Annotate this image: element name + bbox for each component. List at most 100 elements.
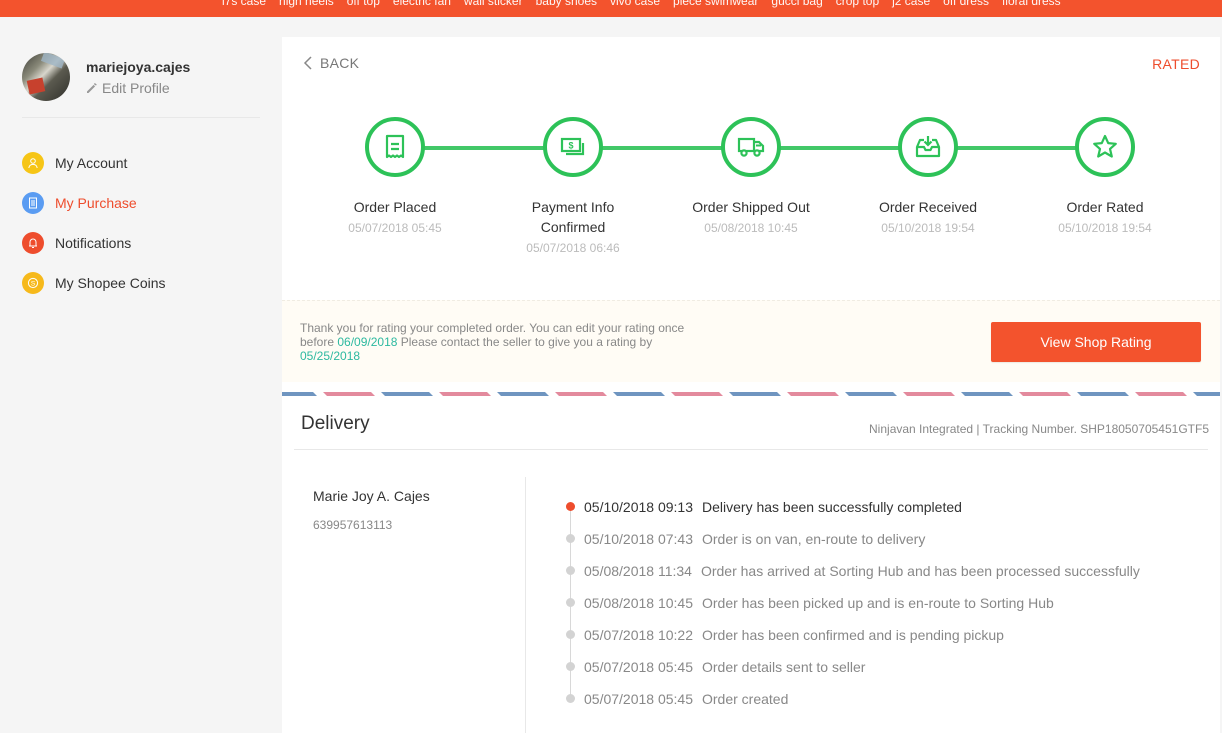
timeline-dot — [566, 502, 575, 511]
seller-rating-deadline: 05/25/2018 — [300, 349, 361, 363]
star-icon — [1093, 134, 1117, 158]
event-text: Order has arrived at Sorting Hub and has… — [700, 563, 1140, 579]
sidebar-item-my-account[interactable]: My Account — [22, 143, 166, 183]
event-text: Order is on van, en-route to delivery — [702, 531, 926, 547]
step-order-placed: Order Placed 05/07/2018 05:45 — [315, 117, 475, 238]
timeline-event: 05/10/2018 09:13 Delivery has been succes… — [564, 491, 1140, 523]
timeline-event: 05/07/2018 10:22 Order has been confirmed… — [564, 619, 1140, 651]
timeline-dot — [566, 534, 575, 543]
timeline-event: 05/07/2018 05:45 Order details sent to se… — [564, 651, 1140, 683]
sidebar-item-my-purchase[interactable]: My Purchase — [22, 183, 166, 223]
rating-notice: Thank you for rating your completed orde… — [282, 300, 1220, 382]
bell-icon — [22, 232, 44, 254]
suggestion-link[interactable]: off top — [347, 0, 380, 8]
edit-profile-link[interactable]: Edit Profile — [86, 78, 190, 98]
suggestion-link[interactable]: baby shoes — [536, 0, 597, 8]
timeline-event: 05/08/2018 11:34 Order has arrived at Sor… — [564, 555, 1140, 587]
envelope-stripe-segment — [845, 392, 897, 396]
step-time: 05/10/2018 19:54 — [881, 221, 975, 235]
suggestion-link[interactable]: wall sticker — [464, 0, 523, 8]
step-payment-info-confirmed: $ Payment Info Confirmed 05/07/2018 06:4… — [493, 117, 653, 258]
sidebar-nav: My Account My Purchase Notifications S M… — [22, 143, 166, 303]
username: mariejoya.cajes — [86, 58, 191, 75]
event-text: Order created — [702, 691, 789, 707]
step-time: 05/07/2018 06:46 — [526, 241, 620, 255]
timeline-event: 05/08/2018 10:45 Order has been picked up… — [564, 587, 1140, 619]
delivery-timeline: 05/10/2018 09:13 Delivery has been succes… — [564, 491, 1140, 715]
back-button[interactable]: BACK — [302, 55, 359, 71]
event-time: 05/08/2018 11:34 — [584, 563, 692, 579]
top-search-suggestions-bar: i7s case high heels off top electric fan… — [0, 0, 1222, 17]
envelope-stripe-segment — [497, 392, 549, 396]
event-time: 05/10/2018 07:43 — [584, 531, 693, 547]
event-text: Order has been picked up and is en-route… — [702, 595, 1054, 611]
suggestion-link[interactable]: high heels — [279, 0, 334, 8]
step-circle: $ — [543, 117, 603, 177]
event-time: 05/07/2018 05:45 — [584, 691, 693, 707]
suggestion-link[interactable]: i7s case — [222, 0, 266, 8]
sidebar-item-label: Notifications — [55, 235, 132, 251]
envelope-stripe-segment — [787, 392, 839, 396]
recipient-name: Marie Joy A. Cajes — [313, 488, 430, 504]
suggestion-link[interactable]: piece swimwear — [673, 0, 758, 8]
step-circle — [898, 117, 958, 177]
step-time: 05/07/2018 05:45 — [348, 221, 442, 235]
sidebar-item-notifications[interactable]: Notifications — [22, 223, 166, 263]
envelope-stripe-segment — [282, 392, 317, 396]
avatar[interactable] — [22, 53, 70, 101]
order-progress-stepper: Order Placed 05/07/2018 05:45 $ Payment … — [282, 117, 1220, 297]
step-time: 05/10/2018 19:54 — [1058, 221, 1152, 235]
event-text: Order details sent to seller — [702, 659, 866, 675]
suggestion-link[interactable]: off dress — [943, 0, 989, 8]
order-status-label: RATED — [1152, 56, 1200, 72]
suggestion-link[interactable]: gucci bag — [771, 0, 822, 8]
envelope-stripe-segment — [381, 392, 433, 396]
sidebar-divider — [22, 117, 260, 118]
step-title: Order Shipped Out — [692, 199, 810, 215]
envelope-border — [282, 392, 1220, 396]
timeline-dot — [566, 662, 575, 671]
notice-text-part: Please contact the seller to give you a … — [397, 335, 653, 349]
column-divider — [525, 477, 526, 733]
receipt-icon — [22, 192, 44, 214]
suggestion-link[interactable]: electric fan — [393, 0, 451, 8]
receipt-icon — [385, 134, 405, 159]
step-circle — [365, 117, 425, 177]
timeline-dot — [566, 630, 575, 639]
step-time: 05/08/2018 10:45 — [704, 221, 798, 235]
envelope-stripe-segment — [323, 392, 375, 396]
step-order-received: Order Received 05/10/2018 19:54 — [848, 117, 1008, 238]
delivery-heading: Delivery — [301, 413, 370, 434]
edit-rating-deadline: 06/09/2018 — [337, 335, 398, 349]
inbox-download-icon — [915, 136, 941, 158]
coin-icon: S — [22, 272, 44, 294]
timeline-event: 05/07/2018 05:45 Order created — [564, 683, 1140, 715]
envelope-stripe-segment — [555, 392, 607, 396]
step-circle — [1075, 117, 1135, 177]
chevron-left-icon — [303, 56, 312, 70]
back-label: BACK — [320, 55, 360, 71]
rating-notice-text: Thank you for rating your completed orde… — [300, 321, 700, 363]
sidebar-item-label: My Shopee Coins — [55, 275, 166, 291]
sidebar-item-label: My Account — [55, 155, 128, 171]
step-title: Payment Info Confirmed — [531, 199, 615, 235]
suggestion-link[interactable]: crop top — [836, 0, 879, 8]
event-time: 05/10/2018 09:13 — [584, 499, 693, 515]
recipient-phone: 639957613113 — [313, 518, 393, 532]
envelope-stripe-segment — [613, 392, 665, 396]
envelope-stripe-segment — [1019, 392, 1071, 396]
suggestion-link[interactable]: vivo case — [610, 0, 660, 8]
suggestion-link[interactable]: j2 case — [892, 0, 930, 8]
svg-text:S: S — [31, 280, 36, 287]
view-shop-rating-button[interactable]: View Shop Rating — [991, 322, 1201, 362]
sidebar-item-my-shopee-coins[interactable]: S My Shopee Coins — [22, 263, 166, 303]
envelope-stripe-segment — [1135, 392, 1187, 396]
svg-text:$: $ — [568, 141, 573, 151]
event-text: Order has been confirmed and is pending … — [702, 627, 1004, 643]
envelope-stripe — [282, 392, 1220, 396]
suggestion-links: i7s case high heels off top electric fan… — [222, 0, 1061, 8]
suggestion-link[interactable]: floral dress — [1002, 0, 1061, 8]
sidebar: mariejoya.cajes Edit Profile My Account … — [0, 17, 280, 733]
event-time: 05/07/2018 10:22 — [584, 627, 693, 643]
envelope-stripe-segment — [729, 392, 781, 396]
